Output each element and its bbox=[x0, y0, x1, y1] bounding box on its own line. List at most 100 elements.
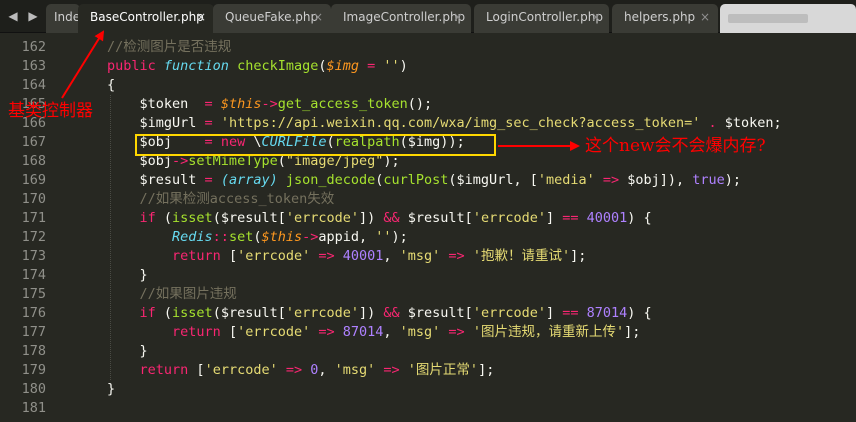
code-line: if (isset($result['errcode']) && $result… bbox=[107, 209, 652, 228]
code-token: isset bbox=[172, 210, 213, 226]
tab-index[interactable]: Index bbox=[46, 4, 80, 33]
code-editor[interactable]: 162 163 164 165 166 167 168 169 170 171 172 173 174 1… bbox=[0, 33, 856, 422]
tab-helpers[interactable]: helpers.php × bbox=[612, 4, 718, 33]
line-number: 164 bbox=[21, 77, 46, 93]
code-line: //检测图片是否违规 bbox=[107, 38, 231, 57]
code-line: } bbox=[107, 266, 148, 285]
code-token: function bbox=[163, 58, 238, 74]
code-token: => bbox=[375, 362, 408, 378]
code-line: } bbox=[107, 380, 115, 399]
code-token: (array) bbox=[220, 172, 286, 188]
code-token: ($imgUrl, [ bbox=[448, 172, 538, 188]
annotation-new-question-label: 这个new会不会爆内存? bbox=[585, 136, 766, 156]
code-token: isset bbox=[172, 305, 213, 321]
tab-imagecontroller[interactable]: ImageController.php × bbox=[331, 4, 471, 33]
code-token: 'errcode' bbox=[472, 305, 546, 321]
code-token: ($result[ bbox=[212, 305, 286, 321]
code-token: } bbox=[107, 267, 148, 283]
line-number: 172 bbox=[21, 229, 46, 245]
line-number: 167 bbox=[21, 134, 46, 150]
code-token: curlPost bbox=[383, 172, 449, 188]
code-token: $imgUrl bbox=[107, 115, 205, 131]
code-token: checkImage bbox=[237, 58, 319, 74]
code-token: 87014 bbox=[586, 305, 628, 321]
code-token: $result[ bbox=[407, 305, 473, 321]
line-number: 180 bbox=[21, 381, 46, 397]
close-icon[interactable]: × bbox=[591, 4, 601, 31]
tab-scroll-left-icon[interactable]: ◀ bbox=[6, 8, 20, 24]
code-token: ); bbox=[391, 229, 408, 245]
code-token: } bbox=[107, 381, 116, 397]
annotation-highlight-box bbox=[135, 134, 496, 156]
code-token: //如果检测access_token失效 bbox=[107, 191, 335, 207]
close-icon[interactable]: × bbox=[313, 4, 323, 31]
code-line: return ['errcode' => 87014, 'msg' => '图片… bbox=[107, 323, 640, 342]
code-token: => bbox=[440, 324, 473, 340]
code-token: == bbox=[562, 210, 587, 226]
close-icon[interactable]: × bbox=[700, 4, 710, 31]
code-token: public bbox=[107, 58, 164, 74]
code-line: } bbox=[107, 342, 148, 361]
code-token: '图片违规，请重新上传' bbox=[472, 324, 625, 340]
close-icon[interactable]: × bbox=[196, 4, 206, 31]
code-line: return ['errcode' => 40001, 'msg' => '抱歉… bbox=[107, 247, 586, 266]
line-number: 175 bbox=[21, 286, 46, 302]
tab-logincontroller[interactable]: LoginController.php × bbox=[474, 4, 609, 33]
code-token: Redis bbox=[172, 229, 213, 245]
code-token: 'errcode' bbox=[204, 362, 278, 378]
code-token: //如果图片违规 bbox=[107, 286, 237, 302]
line-number: 162 bbox=[21, 39, 46, 55]
code-token: return bbox=[172, 324, 229, 340]
code-token: return bbox=[172, 248, 229, 264]
code-token: $obj]), bbox=[627, 172, 693, 188]
line-number: 176 bbox=[21, 305, 46, 321]
code-token: ]; bbox=[478, 362, 495, 378]
close-icon[interactable]: × bbox=[453, 4, 463, 31]
code-token: 'errcode' bbox=[237, 324, 311, 340]
code-token: 87014 bbox=[342, 324, 384, 340]
code-token: 'msg' bbox=[399, 324, 441, 340]
code-token: ( bbox=[163, 305, 173, 321]
code-token: [ bbox=[228, 324, 238, 340]
code-token: => bbox=[277, 362, 311, 378]
tab-label: BaseController.php bbox=[90, 10, 204, 24]
code-line: { bbox=[107, 76, 115, 95]
code-line: if (isset($result['errcode']) && $result… bbox=[107, 304, 652, 323]
code-token: 'errcode' bbox=[285, 305, 359, 321]
code-token: $this bbox=[261, 229, 303, 245]
code-token: 'media' bbox=[537, 172, 595, 188]
line-number: 170 bbox=[21, 191, 46, 207]
code-line: return ['errcode' => 0, 'msg' => '图片正常']… bbox=[107, 361, 495, 380]
code-token: == bbox=[562, 305, 587, 321]
line-number: 177 bbox=[21, 324, 46, 340]
code-token: , bbox=[383, 324, 400, 340]
code-token: ) { bbox=[627, 305, 652, 321]
code-token: ($result[ bbox=[212, 210, 286, 226]
tab-obscured[interactable] bbox=[720, 4, 856, 33]
code-line: //如果检测access_token失效 bbox=[107, 190, 335, 209]
code-line: Redis::set($this->appid, ''); bbox=[107, 228, 408, 247]
tab-queuefake[interactable]: QueueFake.php × bbox=[213, 4, 331, 33]
code-line: $token = $this->get_access_token(); bbox=[107, 95, 433, 114]
code-token: , bbox=[383, 248, 400, 264]
tab-basecontroller[interactable]: BaseController.php × bbox=[78, 4, 214, 34]
code-line: $result = (array) json_decode(curlPost($… bbox=[107, 171, 742, 190]
line-number: 169 bbox=[21, 172, 46, 188]
code-token: '' bbox=[375, 229, 392, 245]
code-token: 'errcode' bbox=[285, 210, 359, 226]
code-token: true bbox=[692, 172, 725, 188]
code-token: => bbox=[594, 172, 628, 188]
code-token: -> bbox=[261, 96, 278, 112]
code-token: = bbox=[204, 172, 221, 188]
code-token: 'https://api.weixin.qq.com/wxa/img_sec_c… bbox=[220, 115, 701, 131]
obscured-tab-label bbox=[728, 14, 808, 23]
code-token: //检测图片是否违规 bbox=[107, 39, 232, 55]
code-token: 40001 bbox=[342, 248, 384, 264]
tab-label: Index bbox=[54, 10, 80, 24]
tab-scroll-right-icon[interactable]: ▶ bbox=[26, 8, 40, 24]
code-token: ] bbox=[545, 210, 563, 226]
code-token: 'msg' bbox=[399, 248, 441, 264]
line-number: 168 bbox=[21, 153, 46, 169]
code-token: } bbox=[107, 343, 148, 359]
